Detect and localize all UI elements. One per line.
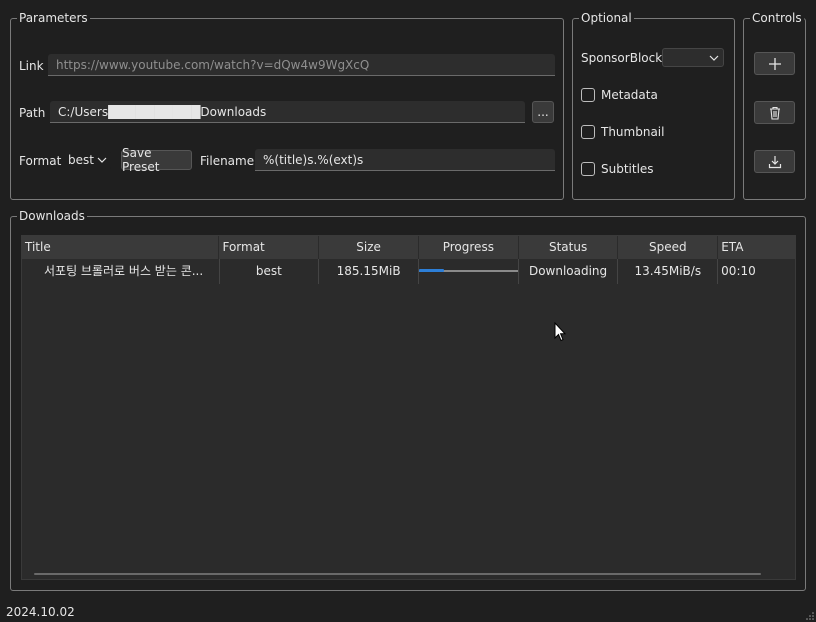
filename-input[interactable] — [255, 149, 555, 171]
thumbnail-checkbox[interactable]: Thumbnail — [581, 125, 664, 139]
download-icon — [768, 155, 781, 168]
row-eta: 00:10 — [721, 264, 756, 278]
link-input[interactable] — [48, 54, 555, 76]
parameters-legend: Parameters — [17, 10, 90, 26]
progress-fill — [418, 269, 444, 272]
version-label: 2024.10.02 — [6, 605, 75, 619]
column-header-format[interactable]: Format — [219, 236, 320, 259]
checkbox-box — [581, 162, 595, 176]
path-input[interactable] — [50, 101, 525, 123]
row-status: Downloading — [519, 259, 619, 284]
delete-button[interactable] — [754, 101, 795, 124]
row-format: best — [220, 259, 320, 284]
downloads-legend: Downloads — [17, 208, 87, 224]
add-button[interactable] — [754, 52, 795, 75]
subtitles-label: Subtitles — [601, 162, 654, 176]
trash-icon — [769, 106, 780, 120]
subtitles-checkbox[interactable]: Subtitles — [581, 162, 654, 176]
controls-legend: Controls — [750, 10, 804, 26]
table-row[interactable]: 서포팅 브롤러로 버스 받는 콘... best 185.15MiB Downl… — [22, 259, 795, 284]
browse-button[interactable]: ... — [532, 101, 554, 123]
resize-grip-icon[interactable] — [806, 612, 814, 620]
save-preset-button[interactable]: Save Preset — [121, 146, 192, 174]
optional-legend: Optional — [579, 10, 634, 26]
format-label: Format — [19, 154, 62, 168]
column-header-status[interactable]: Status — [519, 236, 619, 259]
row-speed: 13.45MiB/s — [618, 259, 719, 284]
table-header: Title Format Size Progress Status Speed … — [22, 236, 795, 259]
column-header-progress[interactable]: Progress — [419, 236, 519, 259]
format-select[interactable]: best — [64, 150, 111, 170]
thumbnail-label: Thumbnail — [601, 125, 665, 139]
checkbox-box — [581, 88, 595, 102]
horizontal-scrollbar[interactable] — [34, 573, 761, 575]
plus-icon — [768, 57, 781, 70]
link-label: Link — [19, 59, 44, 73]
path-label: Path — [19, 106, 46, 120]
column-header-eta[interactable]: ETA — [718, 236, 795, 259]
format-value: best — [68, 153, 94, 167]
chevron-down-icon — [709, 55, 719, 61]
download-button[interactable] — [754, 150, 795, 173]
chevron-down-icon — [97, 157, 107, 163]
checkbox-box — [581, 125, 595, 139]
row-progress — [418, 259, 519, 284]
metadata-checkbox[interactable]: Metadata — [581, 88, 658, 102]
row-title: 서포팅 브롤러로 버스 받는 콘... — [22, 259, 220, 284]
progress-bar — [418, 269, 518, 272]
metadata-label: Metadata — [601, 88, 658, 102]
downloads-table[interactable]: Title Format Size Progress Status Speed … — [21, 235, 796, 580]
sponsorblock-select[interactable] — [662, 48, 724, 67]
column-header-speed[interactable]: Speed — [618, 236, 719, 259]
sponsorblock-label: SponsorBlock — [581, 51, 663, 65]
filename-label: Filename — [200, 154, 255, 168]
column-header-size[interactable]: Size — [319, 236, 419, 259]
column-header-title[interactable]: Title — [22, 236, 220, 259]
mouse-cursor-icon — [554, 322, 566, 342]
row-size: 185.15MiB — [319, 259, 419, 284]
